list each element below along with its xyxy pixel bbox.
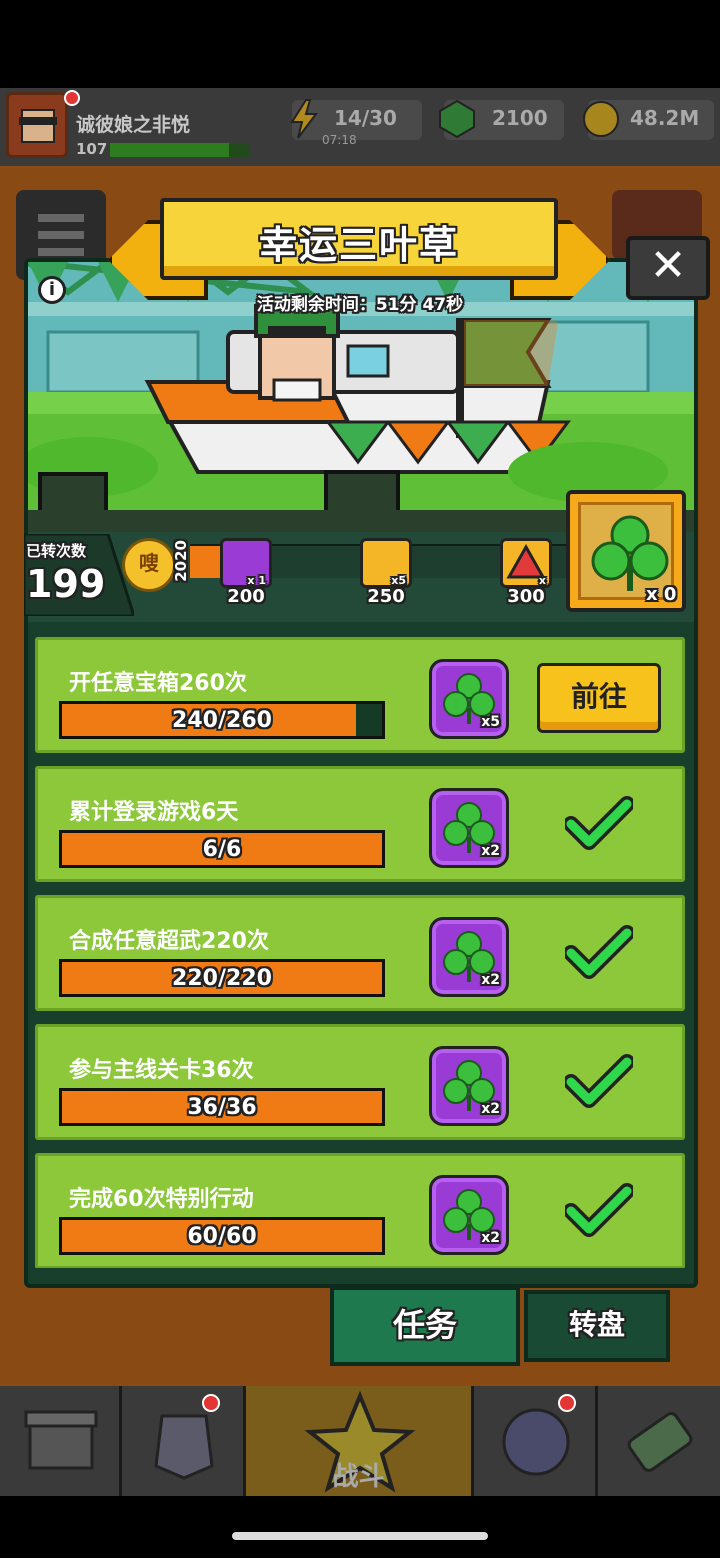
avatar-face	[21, 109, 55, 143]
milestone-reward-200[interactable]: x 1	[220, 538, 272, 588]
nav-battle-label: 战斗	[332, 1462, 385, 1492]
avatar-headband	[19, 117, 57, 125]
task-list[interactable]: 开任意宝箱260次 240/260 x5 前往 累计登录游戏6天 6/6 x2 …	[32, 634, 688, 1268]
task-progress-bar: 60/60	[59, 1217, 385, 1255]
milestone-label-300: 300	[507, 586, 545, 607]
task-progress-text: 240/260	[172, 708, 272, 733]
task-progress-bar: 240/260	[59, 701, 385, 739]
energy-resource[interactable]: 14/30	[290, 99, 422, 140]
popup-title: 幸运三叶草	[258, 223, 459, 267]
energy-timer: 07:18	[322, 133, 357, 147]
coin-icon	[583, 101, 619, 137]
task-reward-qty: x2	[481, 972, 500, 988]
task-progress-text: 6/6	[202, 837, 242, 862]
task-title: 累计登录游戏6天	[69, 800, 239, 825]
milestone-label-200: 200	[227, 586, 265, 607]
task-row: 合成任意超武220次 220/220 x2	[32, 892, 688, 1014]
event-year: 2020	[172, 540, 190, 582]
task-progress-bar: 36/36	[59, 1088, 385, 1126]
task-progress-text: 36/36	[187, 1095, 257, 1120]
player-name: 诚彼娘之非悦	[76, 114, 191, 136]
task-row: 累计登录游戏6天 6/6 x2	[32, 763, 688, 885]
go-button[interactable]: 前往	[537, 663, 661, 733]
clover-count: x 0	[646, 584, 677, 605]
task-row: 开任意宝箱260次 240/260 x5 前往	[32, 634, 688, 756]
nav-evolve[interactable]	[598, 1386, 720, 1496]
task-reward-clover[interactable]: x2	[429, 917, 509, 997]
check-icon	[565, 1183, 633, 1237]
gems-resource[interactable]: 2100	[439, 99, 564, 140]
task-row: 完成60次特别行动 60/60 x2	[32, 1150, 688, 1268]
gem-icon	[439, 99, 475, 139]
task-reward-qty: x2	[481, 1230, 500, 1246]
task-progress-text: 220/220	[172, 966, 272, 991]
check-icon	[565, 925, 633, 979]
notification-dot	[202, 1394, 220, 1412]
nav-skills[interactable]	[474, 1386, 598, 1496]
task-reward-qty: x5	[481, 714, 500, 730]
shop-icon	[24, 1410, 98, 1470]
coins-value: 48.2M	[630, 106, 700, 130]
lightning-icon	[290, 99, 318, 139]
task-row: 参与主线关卡36次 36/36 x2	[32, 1021, 688, 1143]
milestone-label-250: 250	[367, 586, 405, 607]
notification-dot	[558, 1394, 576, 1412]
check-icon	[565, 796, 633, 850]
globe-icon	[502, 1408, 570, 1476]
home-indicator[interactable]	[232, 1532, 488, 1540]
nav-shop[interactable]	[0, 1386, 122, 1496]
task-title: 完成60次特别行动	[69, 1187, 254, 1212]
milestone-reward-300[interactable]: x	[500, 538, 552, 588]
task-title: 合成任意超武220次	[69, 929, 269, 954]
spin-count-value: 199	[26, 562, 106, 606]
tab-tasks[interactable]: 任务	[330, 1286, 520, 1366]
check-icon	[565, 1054, 633, 1108]
task-title: 参与主线关卡36次	[69, 1058, 254, 1083]
task-progress-bar: 220/220	[59, 959, 385, 997]
player-avatar[interactable]	[6, 92, 68, 158]
energy-value: 14/30	[334, 106, 397, 130]
bottom-navigation: 战斗	[0, 1386, 720, 1496]
armor-icon	[154, 1414, 214, 1480]
task-title: 开任意宝箱260次	[69, 671, 247, 696]
coins-resource[interactable]: 48.2M	[583, 100, 714, 140]
task-progress-text: 60/60	[187, 1224, 257, 1249]
player-level: 107	[76, 140, 108, 158]
task-reward-clover[interactable]: x2	[429, 1046, 509, 1126]
task-reward-clover[interactable]: x2	[429, 788, 509, 868]
dna-icon	[627, 1412, 693, 1472]
event-timer: 活动剩余时间：51分 47秒	[256, 295, 464, 315]
event-coin-icon: 嗖	[122, 538, 176, 592]
milestone-reward-250[interactable]: x5	[360, 538, 412, 588]
notification-dot	[64, 90, 80, 106]
spin-count-label: 已转次数	[26, 542, 87, 560]
close-icon: ✕	[649, 240, 687, 291]
nav-equipment[interactable]	[122, 1386, 246, 1496]
gems-value: 2100	[492, 106, 548, 130]
task-reward-qty: x2	[481, 843, 500, 859]
task-progress-bar: 6/6	[59, 830, 385, 868]
xp-bar	[110, 143, 250, 157]
nav-battle[interactable]: 战斗	[246, 1386, 474, 1496]
tab-wheel[interactable]: 转盘	[524, 1290, 670, 1362]
task-reward-qty: x2	[481, 1101, 500, 1117]
task-reward-clover[interactable]: x5	[429, 659, 509, 739]
task-reward-clover[interactable]: x2	[429, 1175, 509, 1255]
